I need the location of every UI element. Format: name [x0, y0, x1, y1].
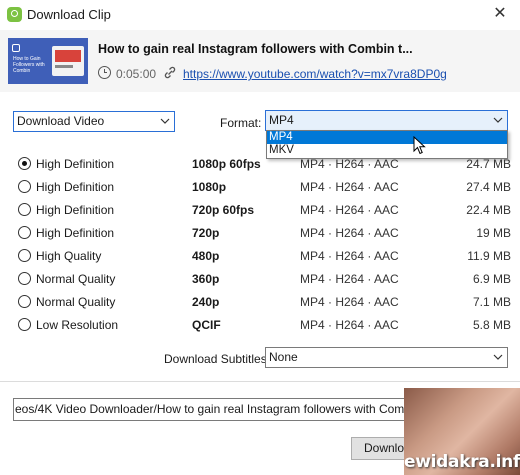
app-logo-icon	[7, 7, 22, 22]
quality-radio-button[interactable]	[18, 203, 31, 216]
quality-codec: MP4 · H264 · AAC	[300, 226, 399, 240]
quality-resolution: 720p	[192, 226, 220, 240]
quality-label: Low Resolution	[36, 318, 119, 332]
quality-codec: MP4 · H264 · AAC	[300, 318, 399, 332]
quality-option-row[interactable]: Normal Quality 360p MP4 · H264 · AAC 6.9 MB	[0, 269, 520, 289]
quality-resolution: 1080p 60fps	[192, 157, 261, 171]
quality-option-row[interactable]: High Definition 1080p MP4 · H264 · AAC 27.4…	[0, 177, 520, 197]
subtitles-value: None	[269, 350, 298, 364]
quality-size: 22.4 MB	[466, 203, 511, 217]
quality-label: High Definition	[36, 226, 115, 240]
quality-radio-button[interactable]	[18, 226, 31, 239]
quality-option-row[interactable]: High Definition 720p MP4 · H264 · AAC 19 MB	[0, 223, 520, 243]
quality-codec: MP4 · H264 · AAC	[300, 180, 399, 194]
quality-option-row[interactable]: High Definition 1080p 60fps MP4 · H264 · A…	[0, 154, 520, 174]
title-bar: Download Clip ✕	[0, 0, 520, 30]
quality-radio-button[interactable]	[18, 157, 31, 170]
quality-label: High Quality	[36, 249, 102, 263]
clock-icon	[98, 66, 111, 79]
quality-size: 7.1 MB	[472, 295, 511, 309]
quality-resolution: 360p	[192, 272, 220, 286]
quality-codec: MP4 · H264 · AAC	[300, 249, 399, 263]
quality-label: Normal Quality	[36, 272, 116, 286]
format-select[interactable]: MP4	[265, 110, 508, 131]
quality-resolution: 720p 60fps	[192, 203, 255, 217]
chevron-down-icon	[160, 118, 170, 124]
quality-size: 27.4 MB	[466, 180, 511, 194]
chevron-down-icon	[493, 117, 503, 123]
quality-size: 11.9 MB	[467, 249, 511, 263]
format-value: MP4	[269, 113, 294, 127]
link-icon	[164, 66, 176, 79]
mouse-cursor-icon	[413, 136, 426, 155]
quality-codec: MP4 · H264 · AAC	[300, 295, 399, 309]
quality-size: 5.8 MB	[472, 318, 511, 332]
quality-label: Normal Quality	[36, 295, 116, 309]
quality-label: High Definition	[36, 180, 115, 194]
quality-radio-button[interactable]	[18, 249, 31, 262]
window-title: Download Clip	[27, 7, 111, 22]
format-option-mp4[interactable]: MP4	[267, 131, 507, 144]
quality-size: 6.9 MB	[472, 272, 511, 286]
chevron-down-icon	[493, 354, 503, 360]
quality-label: High Definition	[36, 157, 115, 171]
quality-codec: MP4 · H264 · AAC	[300, 157, 399, 171]
quality-label: High Definition	[36, 203, 115, 217]
subtitles-select[interactable]: None	[265, 347, 508, 368]
format-label: Format:	[220, 116, 262, 130]
quality-resolution: 480p	[192, 249, 220, 263]
quality-codec: MP4 · H264 · AAC	[300, 272, 399, 286]
quality-option-row[interactable]: High Quality 480p MP4 · H264 · AAC 11.9 MB	[0, 246, 520, 266]
subtitles-label: Download Subtitles:	[164, 352, 271, 366]
save-path-input[interactable]: eos/4K Video Downloader/How to gain real…	[13, 398, 408, 421]
quality-option-row[interactable]: Normal Quality 240p MP4 · H264 · AAC 7.1 MB	[0, 292, 520, 312]
quality-radio-button[interactable]	[18, 318, 31, 331]
quality-resolution: 240p	[192, 295, 220, 309]
quality-codec: MP4 · H264 · AAC	[300, 203, 399, 217]
clip-header: How to Gain Followers with Combin How to…	[0, 30, 520, 92]
quality-radio-button[interactable]	[18, 295, 31, 308]
thumbnail-card-graphic	[52, 46, 84, 76]
download-type-value: Download Video	[17, 114, 105, 128]
close-button[interactable]: ✕	[480, 0, 520, 30]
quality-radio-button[interactable]	[18, 272, 31, 285]
clip-url-link[interactable]: https://www.youtube.com/watch?v=mx7vra8D…	[183, 67, 447, 81]
watermark-text: ewidakra.info	[404, 452, 520, 472]
quality-resolution: 1080p	[192, 180, 227, 194]
download-type-select[interactable]: Download Video	[13, 111, 175, 132]
quality-option-row[interactable]: High Definition 720p 60fps MP4 · H264 · AA…	[0, 200, 520, 220]
video-thumbnail: How to Gain Followers with Combin	[8, 38, 88, 84]
quality-radio-button[interactable]	[18, 180, 31, 193]
clip-duration: 0:05:00	[116, 67, 157, 81]
quality-resolution: QCIF	[192, 318, 221, 332]
quality-size: 19 MB	[476, 226, 511, 240]
thumbnail-logo-icon	[12, 44, 20, 52]
thumbnail-text: How to Gain Followers with Combin	[13, 56, 45, 74]
divider	[0, 381, 520, 382]
clip-title: How to gain real Instagram followers wit…	[98, 42, 413, 56]
quality-size: 24.7 MB	[466, 157, 511, 171]
quality-option-row[interactable]: Low Resolution QCIF MP4 · H264 · AAC 5.8 MB	[0, 315, 520, 335]
